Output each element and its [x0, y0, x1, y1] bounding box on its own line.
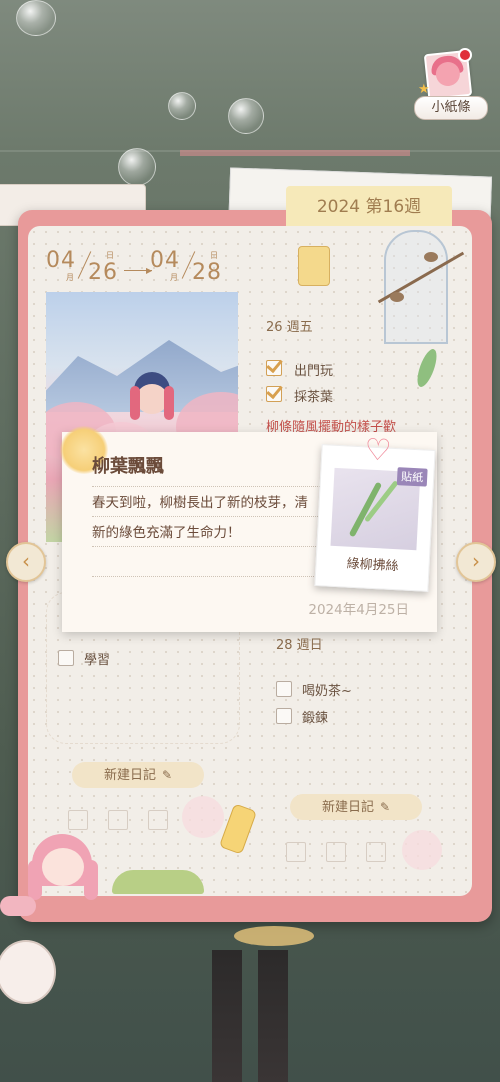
bubble — [118, 148, 156, 186]
new-entry-label: 新建日記 — [103, 768, 156, 783]
bird-icon — [390, 292, 404, 302]
next-page-button[interactable]: › — [456, 542, 496, 582]
end-day: 28 — [192, 260, 222, 285]
chevron-left-icon: ‹ — [22, 549, 30, 573]
sticker-slot[interactable] — [68, 810, 88, 830]
sticker-card[interactable]: ♡ 貼紙 綠柳拂絲 — [314, 432, 436, 592]
heart-icon: ♡ — [363, 432, 393, 469]
chibi-character — [26, 830, 106, 906]
bubble — [228, 98, 264, 134]
task-label: 出門玩 — [294, 364, 334, 379]
photo-character — [126, 372, 176, 432]
wall-shelf — [180, 150, 410, 156]
new-entry-button[interactable]: 新建日記 ✎ — [290, 794, 422, 820]
bottom-leaf-decoration — [234, 926, 314, 946]
note-button-label: 小紙條 — [414, 96, 488, 120]
day-title: 26 週五 — [266, 320, 313, 335]
pink-circle-decoration — [182, 796, 224, 838]
task-checkbox[interactable] — [276, 708, 292, 724]
day-title: 28 週日 — [276, 638, 323, 653]
end-month: 04 — [150, 248, 180, 273]
bird-icon — [424, 252, 438, 262]
chevron-right-icon: › — [472, 549, 480, 573]
pin-icon — [458, 48, 472, 62]
sticker-slot[interactable] — [286, 842, 306, 862]
task-label: 採茶葉 — [294, 390, 334, 405]
task-checkbox[interactable] — [266, 386, 282, 402]
note-button[interactable]: ★ 小紙條 — [412, 46, 488, 124]
task-checkbox[interactable] — [276, 681, 292, 697]
bubble — [168, 92, 196, 120]
popup-date: 2024年4月25日 — [308, 602, 409, 618]
bunny-paw-decoration — [0, 940, 56, 1004]
divider — [92, 576, 332, 578]
pink-circle-decoration — [402, 830, 442, 870]
task-label: 鍛鍊 — [302, 711, 329, 726]
task-checkbox[interactable] — [266, 360, 282, 376]
week-tab: 2024 第16週 — [286, 186, 452, 228]
month-unit: 月 — [66, 273, 74, 282]
divider — [92, 546, 332, 548]
grass-decoration — [112, 870, 204, 894]
sticker-slot[interactable] — [148, 810, 168, 830]
star-icon: ★ — [418, 82, 430, 97]
start-month: 04 — [46, 248, 76, 273]
sticker-slot[interactable] — [326, 842, 346, 862]
task-label: 喝奶茶~ — [302, 684, 352, 699]
sticker-badge: 貼紙 — [396, 467, 428, 487]
jar-icon — [298, 246, 330, 286]
character-legs — [210, 950, 290, 1082]
month-unit: 月 — [170, 273, 178, 282]
sticker-slot[interactable] — [366, 842, 386, 862]
task-label: 學習 — [84, 653, 111, 668]
bow-decoration — [0, 896, 36, 916]
start-day: 26 — [88, 260, 118, 285]
sticker-name: 綠柳拂絲 — [346, 556, 399, 575]
edit-icon: ✎ — [379, 800, 391, 814]
sticker-slot[interactable] — [108, 810, 128, 830]
popup-body: 春天到啦，柳樹長出了新的枝芽，清新的綠色充滿了生命力！ — [92, 495, 308, 541]
edit-icon: ✎ — [161, 768, 173, 782]
task-checkbox[interactable] — [58, 650, 74, 666]
window-decoration — [384, 230, 448, 344]
bubble — [16, 0, 56, 36]
new-entry-label: 新建日記 — [321, 800, 374, 815]
new-entry-button[interactable]: 新建日記 ✎ — [72, 762, 204, 788]
divider — [92, 516, 332, 518]
popup-title: 柳葉飄飄 — [92, 456, 164, 477]
prev-page-button[interactable]: ‹ — [6, 542, 46, 582]
